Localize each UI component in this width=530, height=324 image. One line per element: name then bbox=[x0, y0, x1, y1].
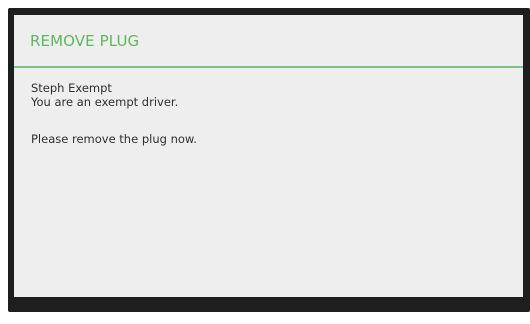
remove-plug-dialog: REMOVE PLUG Steph Exempt You are an exem… bbox=[14, 15, 523, 297]
driver-name: Steph Exempt bbox=[31, 81, 112, 95]
dialog-body: Steph Exempt You are an exempt driver. P… bbox=[14, 68, 523, 146]
dialog-header: REMOVE PLUG bbox=[14, 15, 523, 68]
instruction-text: Please remove the plug now. bbox=[31, 132, 197, 146]
dialog-title: REMOVE PLUG bbox=[30, 31, 140, 50]
driver-status-text: You are an exempt driver. bbox=[31, 95, 179, 109]
